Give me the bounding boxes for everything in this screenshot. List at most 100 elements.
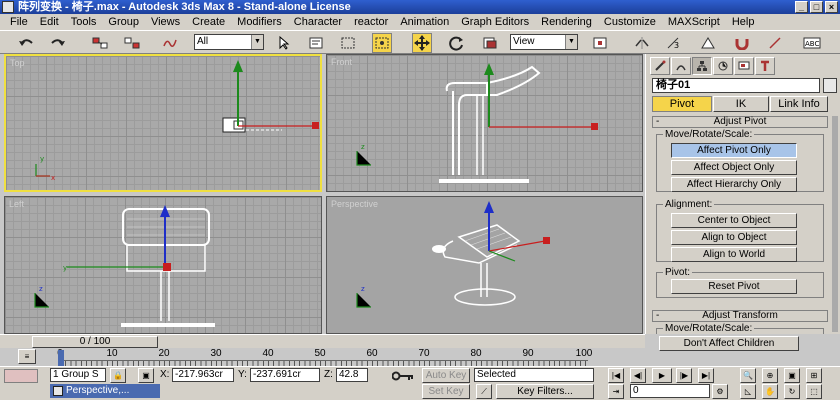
menu-help[interactable]: Help [726, 16, 761, 28]
taskbar-perspective-button[interactable]: Perspective,... [50, 384, 160, 398]
hierarchy-tab-icon[interactable] [692, 57, 712, 75]
pan-icon[interactable]: ✋ [762, 384, 778, 399]
menu-views[interactable]: Views [145, 16, 186, 28]
select-object-icon[interactable] [274, 33, 294, 53]
viewport-top[interactable]: Top y x [4, 54, 322, 192]
go-to-end-icon[interactable]: ▶| [698, 368, 714, 383]
spinner-snap-icon[interactable] [766, 33, 786, 53]
minimize-button[interactable]: _ [795, 1, 808, 13]
pivot-point-center-icon[interactable] [590, 33, 610, 53]
app-icon [2, 1, 14, 13]
select-and-rotate-icon[interactable] [446, 33, 466, 53]
affect-hierarchy-only-button[interactable]: Affect Hierarchy Only [671, 177, 797, 192]
key-filters-button[interactable]: Key Filters... [496, 384, 594, 399]
z-coordinate-field[interactable]: 42.8 [336, 368, 368, 382]
close-button[interactable]: × [825, 1, 838, 13]
zoom-extents-all-icon[interactable]: ⊞ [806, 368, 822, 383]
auto-key-button[interactable]: Auto Key [422, 368, 470, 383]
field-of-view-icon[interactable]: ◺ [740, 384, 756, 399]
trackbar-menu-icon[interactable]: ≡ [18, 349, 36, 364]
redo-icon[interactable] [48, 33, 68, 53]
mirror-icon[interactable] [632, 33, 652, 53]
ik-tab[interactable]: IK [713, 96, 769, 112]
menu-character[interactable]: Character [288, 16, 348, 28]
set-key-button[interactable]: Set Key [422, 384, 470, 399]
menu-tools[interactable]: Tools [65, 16, 103, 28]
menu-file[interactable]: File [4, 16, 34, 28]
key-mode-toggle-icon[interactable]: ⇥ [608, 384, 624, 399]
zoom-extents-icon[interactable]: ▣ [784, 368, 800, 383]
zoom-all-icon[interactable]: ⊕ [762, 368, 778, 383]
select-and-link-icon[interactable] [90, 33, 110, 53]
maximize-button[interactable]: □ [810, 1, 823, 13]
undo-icon[interactable] [16, 33, 36, 53]
align-to-object-button[interactable]: Align to Object [671, 230, 797, 245]
rectangular-selection-icon[interactable] [338, 33, 358, 53]
menu-reactor[interactable]: reactor [348, 16, 394, 28]
menu-edit[interactable]: Edit [34, 16, 65, 28]
unlink-icon[interactable] [122, 33, 142, 53]
magnet-icon[interactable] [732, 33, 752, 53]
menu-customize[interactable]: Customize [598, 16, 662, 28]
motion-tab-icon[interactable] [713, 57, 733, 75]
lock-icon[interactable]: 🔒 [110, 368, 126, 383]
pivot-tab[interactable]: Pivot [652, 96, 712, 112]
absolute-mode-icon[interactable]: ▣ [138, 368, 154, 383]
track-bar[interactable]: ≡ 0 10 20 30 40 50 60 70 80 90 100 [0, 348, 645, 366]
panel-scrollbar[interactable] [832, 116, 838, 332]
current-frame-field[interactable]: 0 [630, 384, 710, 398]
select-by-name-icon[interactable] [306, 33, 326, 53]
angle-snap-icon[interactable]: 3 [664, 33, 684, 53]
dont-affect-children-button[interactable]: Don't Affect Children [659, 336, 799, 351]
time-configuration-icon[interactable]: ⚙ [712, 384, 728, 399]
menu-animation[interactable]: Animation [394, 16, 455, 28]
tangent-icon[interactable]: ⟋ [476, 384, 492, 399]
time-slider[interactable]: 0 / 100 [0, 334, 645, 348]
link-info-tab[interactable]: Link Info [770, 96, 828, 112]
create-tab-icon[interactable] [650, 57, 670, 75]
utilities-tab-icon[interactable] [755, 57, 775, 75]
display-tab-icon[interactable] [734, 57, 754, 75]
play-icon[interactable]: ▶ [652, 368, 672, 383]
modify-tab-icon[interactable] [671, 57, 691, 75]
object-name-field[interactable]: 椅子01 [652, 78, 820, 93]
viewport-perspective[interactable]: Perspective z [326, 196, 643, 334]
previous-frame-icon[interactable]: ◀| [630, 368, 646, 383]
reset-pivot-button[interactable]: Reset Pivot [671, 279, 797, 294]
menu-group[interactable]: Group [102, 16, 145, 28]
menu-graph-editors[interactable]: Graph Editors [455, 16, 535, 28]
maxscript-listener[interactable] [4, 369, 38, 383]
affect-object-only-button[interactable]: Affect Object Only [671, 160, 797, 175]
key-icon[interactable] [391, 371, 414, 384]
maximize-viewport-icon[interactable]: ⬚ [806, 384, 822, 399]
key-mode-dropdown[interactable]: Selected [474, 368, 594, 382]
window-crossing-icon[interactable] [372, 33, 392, 53]
menu-modifiers[interactable]: Modifiers [231, 16, 288, 28]
select-and-move-icon[interactable] [412, 33, 432, 53]
viewport-front[interactable]: Front z [326, 54, 643, 192]
next-frame-icon[interactable]: |▶ [676, 368, 692, 383]
group-label: Move/Rotate/Scale: [663, 323, 755, 334]
menu-rendering[interactable]: Rendering [535, 16, 598, 28]
adjust-pivot-rollout[interactable]: - Adjust Pivot [652, 116, 828, 128]
x-coordinate-field[interactable]: -217.963cr [172, 368, 234, 382]
select-and-scale-icon[interactable] [480, 33, 500, 53]
time-slider-thumb[interactable]: 0 / 100 [32, 336, 158, 348]
arc-rotate-icon[interactable]: ↻ [784, 384, 800, 399]
reference-coordinate-dropdown[interactable]: View ▼ [510, 34, 578, 50]
go-to-start-icon[interactable]: |◀ [608, 368, 624, 383]
affect-pivot-only-button[interactable]: Affect Pivot Only [671, 143, 797, 158]
bind-space-warp-icon[interactable] [160, 33, 180, 53]
adjust-transform-rollout[interactable]: - Adjust Transform [652, 310, 828, 322]
align-icon[interactable] [698, 33, 718, 53]
menu-maxscript[interactable]: MAXScript [662, 16, 726, 28]
align-to-world-button[interactable]: Align to World [671, 247, 797, 262]
zoom-icon[interactable]: 🔍 [740, 368, 756, 383]
menu-create[interactable]: Create [186, 16, 231, 28]
viewport-left[interactable]: Left z y [4, 196, 322, 334]
selection-filter-dropdown[interactable]: All ▼ [194, 34, 264, 50]
center-to-object-button[interactable]: Center to Object [671, 213, 797, 228]
abc-icon[interactable]: ABC [802, 33, 822, 53]
object-color-swatch[interactable] [823, 78, 837, 93]
y-coordinate-field[interactable]: -237.691cr [250, 368, 320, 382]
